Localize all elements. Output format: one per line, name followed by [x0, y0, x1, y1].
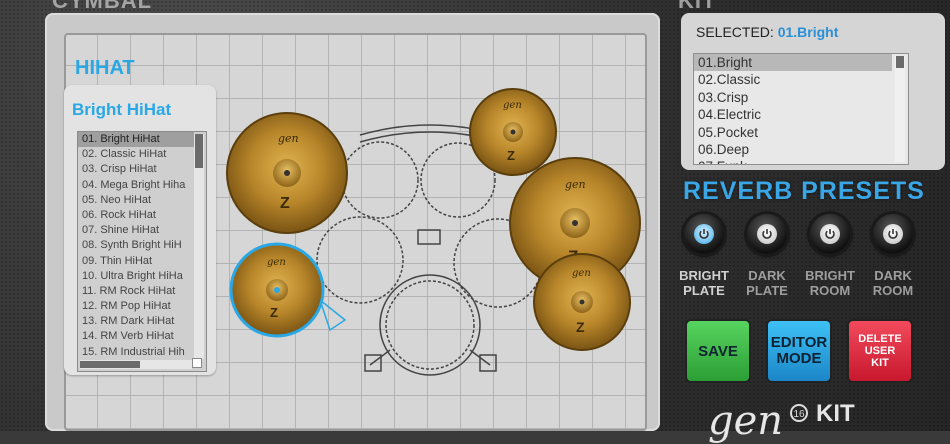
reverb-label-0: BRIGHT PLATE — [669, 268, 739, 298]
kit-preset-item[interactable]: 06.Deep — [694, 141, 892, 158]
reverb-knob-1[interactable] — [747, 214, 787, 254]
power-icon — [762, 229, 772, 239]
drum-kit-diagram: gen Z gen Z gen Z gen Z gen Z — [226, 88, 641, 376]
hihat-preset-item[interactable]: 11. RM Rock HiHat — [78, 284, 194, 299]
reverb-label-line1: DARK — [748, 268, 786, 283]
crash-cymbal-left[interactable]: gen Z — [226, 112, 348, 234]
hihat-preset-item[interactable]: 12. RM Pop HiHat — [78, 299, 194, 314]
scrollbar-thumb[interactable] — [195, 134, 203, 168]
logo-badge: 16 — [790, 404, 808, 422]
power-icon — [699, 229, 709, 239]
svg-text:gen: gen — [278, 132, 299, 145]
hihat-preset-item[interactable]: 01. Bright HiHat — [78, 132, 194, 148]
cymbal-group-label: HIHAT — [75, 57, 135, 79]
svg-text:Z: Z — [576, 319, 585, 335]
reverb-label-line1: BRIGHT — [679, 268, 729, 283]
svg-text:gen: gen — [565, 178, 586, 191]
kit-preset-item[interactable]: 03.Crisp — [694, 89, 892, 106]
scroll-corner — [192, 358, 202, 368]
kit-preset-item[interactable]: 02.Classic — [694, 71, 892, 88]
hihat-cymbal[interactable]: gen Z — [229, 242, 325, 338]
delete-label-line3: KIT — [871, 357, 889, 369]
kit-preset-item[interactable]: 04.Electric — [694, 106, 892, 123]
svg-text:gen: gen — [503, 100, 522, 111]
hihat-preset-list[interactable]: 01. Bright HiHat 02. Classic HiHat 03. Cri… — [77, 131, 207, 372]
selected-kit-value: 01.Bright — [777, 24, 839, 40]
power-icon — [825, 229, 835, 239]
svg-text:Z: Z — [280, 195, 290, 212]
hihat-preset-item[interactable]: 03. Crisp HiHat — [78, 162, 194, 177]
brand-logo: gen — [708, 398, 784, 444]
kit-preset-list[interactable]: 01.Bright 02.Classic 03.Crisp 04.Electric 05… — [693, 53, 909, 165]
hihat-preset-item[interactable]: 07. Shine HiHat — [78, 223, 194, 238]
svg-text:Z: Z — [507, 148, 515, 163]
delete-label-line2: USER — [864, 345, 896, 357]
editor-label-line2: MODE — [776, 350, 822, 367]
reverb-knob-2[interactable] — [810, 214, 850, 254]
delete-label-line1: DELETE — [858, 333, 902, 345]
svg-text:gen: gen — [267, 257, 286, 268]
reverb-label-line2: ROOM — [809, 283, 851, 298]
kit-section-title: KIT — [678, 0, 717, 13]
save-button-label: SAVE — [698, 342, 738, 360]
hihat-preset-item[interactable]: 13. RM Dark HiHat — [78, 314, 194, 329]
cymbal-section-title: CYMBAL — [52, 0, 153, 13]
logo-kit-text: KIT — [816, 400, 855, 427]
svg-text:gen: gen — [572, 268, 591, 279]
reverb-label-line1: BRIGHT — [805, 268, 855, 283]
reverb-knob-3[interactable] — [873, 214, 913, 254]
hihat-preset-title: Bright HiHat — [72, 100, 172, 119]
selected-label: SELECTED: — [696, 24, 774, 40]
scrollbar-thumb[interactable] — [896, 56, 904, 68]
reverb-label-line1: DARK — [874, 268, 912, 283]
reverb-presets-title: REVERB PRESETS — [683, 177, 925, 205]
crash-cymbal-top[interactable]: gen Z — [469, 88, 557, 176]
reverb-label-2: BRIGHT ROOM — [795, 268, 865, 298]
selected-kit-line: SELECTED: 01.Bright — [696, 24, 838, 40]
delete-user-kit-button[interactable]: DELETE USER KIT — [847, 319, 913, 383]
kit-preset-item[interactable]: 07.Funk — [694, 158, 892, 164]
hihat-preset-item[interactable]: 02. Classic HiHat — [78, 147, 194, 162]
reverb-label-line2: PLATE — [683, 283, 725, 298]
svg-text:Z: Z — [270, 305, 278, 320]
editor-mode-button[interactable]: EDITOR MODE — [766, 319, 832, 383]
kit-preset-item[interactable]: 01.Bright — [694, 54, 892, 72]
hihat-preset-item[interactable]: 09. Thin HiHat — [78, 254, 194, 269]
reverb-label-line2: PLATE — [746, 283, 788, 298]
kit-list-scrollbar[interactable] — [895, 56, 905, 162]
hihat-list-vertical-scrollbar[interactable] — [194, 134, 204, 359]
editor-label-line1: EDITOR — [770, 334, 828, 351]
hihat-preset-item[interactable]: 15. RM Industrial Hih — [78, 345, 194, 360]
reverb-label-3: DARK ROOM — [858, 268, 928, 298]
hihat-preset-item[interactable]: 05. Neo HiHat — [78, 193, 194, 208]
hihat-preset-item[interactable]: 04. Mega Bright Hiha — [78, 178, 194, 193]
hihat-preset-item[interactable]: 06. Rock HiHat — [78, 208, 194, 223]
power-icon — [888, 229, 898, 239]
china-cymbal[interactable]: gen Z — [533, 253, 631, 351]
hihat-preset-item[interactable]: 10. Ultra Bright HiHa — [78, 269, 194, 284]
reverb-label-1: DARK PLATE — [732, 268, 802, 298]
hihat-preset-item[interactable]: 14. RM Verb HiHat — [78, 329, 194, 344]
kit-preset-item[interactable]: 05.Pocket — [694, 124, 892, 141]
hihat-preset-item[interactable]: 08. Synth Bright HiH — [78, 238, 194, 253]
scrollbar-thumb[interactable] — [80, 361, 140, 368]
hihat-list-horizontal-scrollbar[interactable] — [80, 360, 192, 369]
reverb-knob-0[interactable] — [684, 214, 724, 254]
save-button[interactable]: SAVE — [685, 319, 751, 383]
reverb-label-line2: ROOM — [872, 283, 914, 298]
